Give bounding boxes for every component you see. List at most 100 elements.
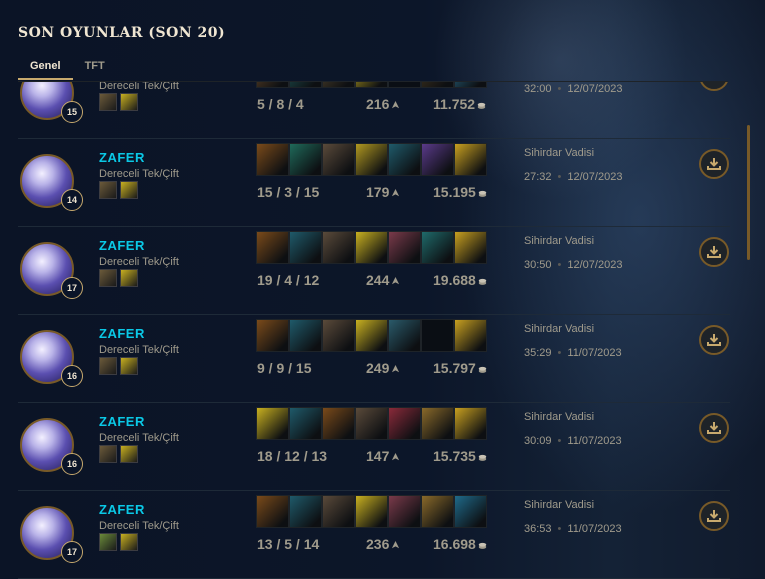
queue-type: Dereceli Tek/Çift xyxy=(99,432,179,444)
download-replay-button[interactable] xyxy=(699,413,729,443)
kda-score: 18 / 12 / 13 xyxy=(257,448,328,464)
item-icon xyxy=(289,143,322,176)
item-icon xyxy=(454,407,487,440)
player-name[interactable]: ZAFER xyxy=(99,238,145,253)
download-icon xyxy=(707,246,721,258)
item-icon xyxy=(256,495,289,528)
kda-score: 5 / 8 / 4 xyxy=(257,96,304,112)
gold-earned: 11.752 xyxy=(433,96,486,112)
map-name: Sihirdar Vadisi xyxy=(524,147,595,159)
creep-score: 249 xyxy=(366,360,400,376)
summoner-spell-icon xyxy=(99,445,117,463)
scrollbar-thumb[interactable] xyxy=(747,125,750,260)
gold-earned-value: 16.698 xyxy=(433,536,476,552)
match-duration: 35:29 xyxy=(524,347,552,359)
tab-genel[interactable]: Genel xyxy=(18,60,73,80)
summoner-spell-icon xyxy=(99,269,117,287)
item-icon xyxy=(388,319,421,352)
item-icon xyxy=(355,319,388,352)
item-icon xyxy=(355,407,388,440)
separator-dot: • xyxy=(557,83,562,95)
item-icon xyxy=(289,407,322,440)
match-row[interactable]: 17 ZAFER Dereceli Tek/Çift 13 / 5 / 14 236 16… xyxy=(18,490,730,579)
gold-earned-value: 15.797 xyxy=(433,360,476,376)
item-icon xyxy=(256,407,289,440)
item-build xyxy=(256,82,487,88)
download-replay-button[interactable] xyxy=(699,325,729,355)
gold-earned: 19.688 xyxy=(433,272,487,288)
match-row[interactable]: 14 ZAFER Dereceli Tek/Çift 15 / 3 / 15 179 15… xyxy=(18,138,730,227)
kda-score: 19 / 4 / 12 xyxy=(257,272,320,288)
item-icon xyxy=(256,82,289,88)
match-date: 12/07/2023 xyxy=(567,171,623,183)
item-icon xyxy=(289,82,322,88)
item-icon xyxy=(322,231,355,264)
match-time: 30:09 • 11/07/2023 xyxy=(524,435,622,447)
separator-dot: • xyxy=(557,171,562,183)
item-icon xyxy=(355,231,388,264)
summoner-spell-icon xyxy=(99,357,117,375)
match-duration: 32:00 xyxy=(524,83,552,95)
match-time: 35:29 • 11/07/2023 xyxy=(524,347,622,359)
creep-score: 147 xyxy=(366,448,400,464)
match-date: 12/07/2023 xyxy=(567,83,623,95)
gold-icon xyxy=(478,366,487,373)
download-replay-button[interactable] xyxy=(699,149,729,179)
item-icon xyxy=(421,82,454,88)
item-build xyxy=(256,407,487,440)
player-name[interactable]: ZAFER xyxy=(99,414,145,429)
queue-type: Dereceli Tek/Çift xyxy=(99,168,179,180)
player-name[interactable]: ZAFER xyxy=(99,502,145,517)
separator-dot: • xyxy=(557,259,562,271)
champion-level-badge: 17 xyxy=(61,541,83,563)
tab-tft[interactable]: TFT xyxy=(73,60,117,80)
gold-icon xyxy=(478,190,487,197)
download-replay-button[interactable] xyxy=(699,82,729,91)
match-duration: 30:09 xyxy=(524,435,552,447)
queue-type: Dereceli Tek/Çift xyxy=(99,82,179,92)
champion-level-badge: 15 xyxy=(61,101,83,123)
minion-icon xyxy=(392,277,400,285)
kda-score: 13 / 5 / 14 xyxy=(257,536,320,552)
match-row[interactable]: 17 ZAFER Dereceli Tek/Çift 19 / 4 / 12 244 19… xyxy=(18,226,730,315)
summoner-spell-icon xyxy=(120,357,138,375)
item-icon xyxy=(454,319,487,352)
champion-level-badge: 16 xyxy=(61,365,83,387)
creep-score-value: 249 xyxy=(366,360,390,376)
match-history-list[interactable]: 15 Dereceli Tek/Çift 5 / 8 / 4 216 11.752 32:… xyxy=(18,82,730,579)
item-build xyxy=(256,231,487,264)
match-row[interactable]: 15 Dereceli Tek/Çift 5 / 8 / 4 216 11.752 32:… xyxy=(18,82,730,139)
gold-earned-value: 15.195 xyxy=(433,184,476,200)
download-replay-button[interactable] xyxy=(699,237,729,267)
empty-item-slot xyxy=(388,82,421,88)
download-icon xyxy=(707,158,721,170)
creep-score: 179 xyxy=(366,184,400,200)
gold-earned-value: 11.752 xyxy=(433,96,476,112)
gold-earned-value: 15.735 xyxy=(433,448,476,464)
download-icon xyxy=(707,422,721,434)
summoner-spell-icon xyxy=(99,533,117,551)
queue-type: Dereceli Tek/Çift xyxy=(99,520,179,532)
gold-icon xyxy=(478,454,487,461)
player-name[interactable]: ZAFER xyxy=(99,326,145,341)
match-time: 27:32 • 12/07/2023 xyxy=(524,171,622,183)
item-icon xyxy=(421,407,454,440)
summoner-spell-icon xyxy=(99,93,117,111)
item-icon xyxy=(289,319,322,352)
empty-item-slot xyxy=(421,319,454,352)
player-name[interactable]: ZAFER xyxy=(99,150,145,165)
item-icon xyxy=(322,495,355,528)
gold-earned-value: 19.688 xyxy=(433,272,476,288)
match-row[interactable]: 16 ZAFER Dereceli Tek/Çift 18 / 12 / 13 147 1… xyxy=(18,402,730,491)
map-name: Sihirdar Vadisi xyxy=(524,235,595,247)
download-replay-button[interactable] xyxy=(699,501,729,531)
gold-earned: 16.698 xyxy=(433,536,487,552)
match-duration: 30:50 xyxy=(524,259,552,271)
match-row[interactable]: 16 ZAFER Dereceli Tek/Çift 9 / 9 / 15 249 15.… xyxy=(18,314,730,403)
item-icon xyxy=(454,231,487,264)
item-icon xyxy=(454,82,487,88)
separator-dot: • xyxy=(557,523,562,535)
minion-icon xyxy=(392,101,400,109)
download-icon xyxy=(707,334,721,346)
item-icon xyxy=(256,231,289,264)
